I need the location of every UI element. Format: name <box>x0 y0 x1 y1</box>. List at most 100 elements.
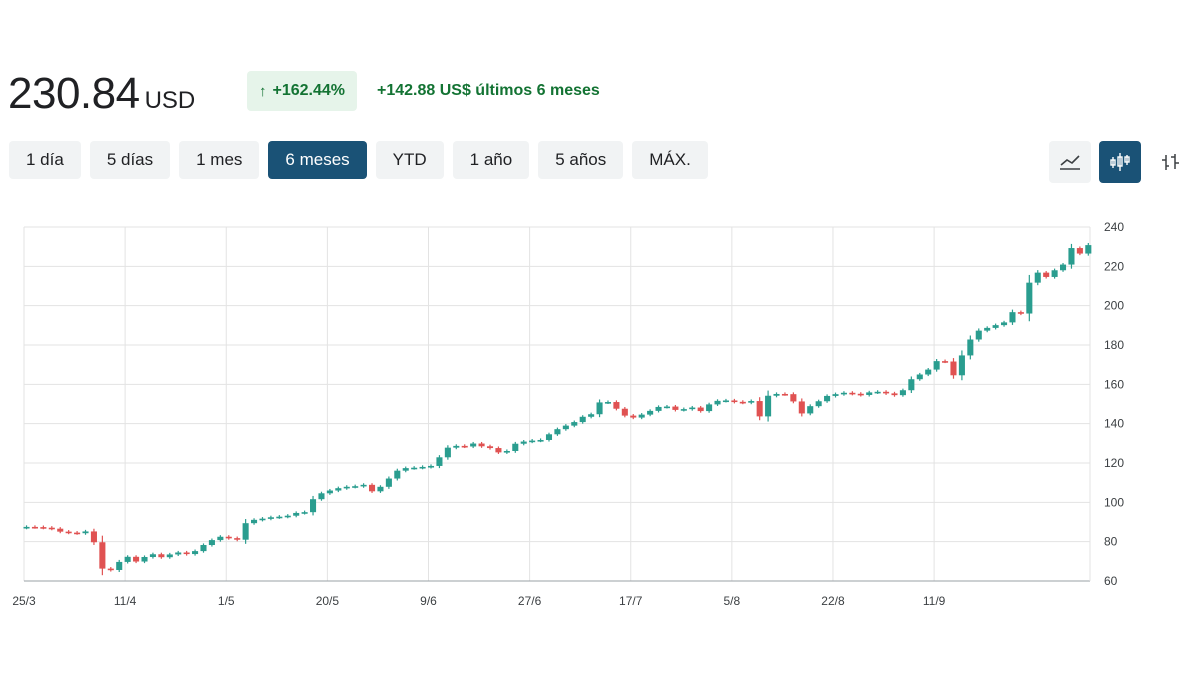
range-button-1-ano[interactable]: 1 año <box>452 141 530 179</box>
candle-body <box>1043 272 1050 277</box>
candle-body <box>748 401 755 403</box>
candle-body <box>141 557 148 562</box>
candle-body <box>891 393 898 396</box>
candlestick-chart-icon <box>1110 153 1130 171</box>
y-tick-label: 220 <box>1104 259 1124 273</box>
candle-body <box>461 445 468 448</box>
y-tick-label: 60 <box>1104 574 1118 588</box>
range-button-1-dia[interactable]: 1 día <box>9 141 81 179</box>
candle-body <box>234 538 241 540</box>
candle-body <box>840 392 847 395</box>
candle-body <box>883 391 890 394</box>
candle-body <box>402 468 409 471</box>
candle-body <box>925 369 932 375</box>
candle-body <box>697 407 704 412</box>
candle-body <box>596 402 603 415</box>
range-button-1-mes[interactable]: 1 mes <box>179 141 260 179</box>
candle-body <box>655 406 662 411</box>
y-tick-label: 180 <box>1104 338 1124 352</box>
candle-body <box>647 410 654 415</box>
candle-body <box>31 526 38 529</box>
candle-body <box>107 568 114 571</box>
candle-body <box>807 406 814 414</box>
candle-body <box>1051 270 1058 277</box>
candle-body <box>899 390 906 396</box>
y-tick-label: 100 <box>1104 495 1124 509</box>
candle-body <box>1026 282 1033 314</box>
candle-body <box>65 531 72 534</box>
candle-body <box>133 556 140 562</box>
line-chart-icon <box>1060 155 1080 170</box>
absolute-change-label: US$ últimos 6 meses <box>439 82 600 99</box>
range-button-max[interactable]: MÁX. <box>632 141 708 179</box>
candle-body <box>57 528 64 532</box>
candle-body <box>832 394 839 396</box>
candle-body <box>48 527 55 530</box>
candle-body <box>192 551 199 555</box>
candle-body <box>259 518 266 521</box>
candle-body <box>756 401 763 417</box>
range-button-5-dias[interactable]: 5 días <box>89 141 171 179</box>
range-selector: 1 día 5 días 1 mes 6 meses YTD 1 año 5 a… <box>9 141 708 179</box>
candle-body <box>175 552 182 555</box>
candle-body <box>630 415 637 418</box>
candle-body <box>251 519 258 524</box>
candle-body <box>444 447 451 458</box>
line-chart-button[interactable] <box>1049 141 1091 183</box>
candle-body <box>866 392 873 395</box>
candle-body <box>453 445 460 448</box>
candle-body <box>967 339 974 356</box>
candle-body <box>360 484 367 487</box>
y-tick-label: 80 <box>1104 535 1118 549</box>
candle-body <box>1017 312 1024 314</box>
candle-body <box>992 325 999 328</box>
candle-body <box>343 486 350 489</box>
candle-body <box>908 379 915 391</box>
candle-body <box>149 554 156 558</box>
candle-body <box>933 361 940 370</box>
range-button-5-anos[interactable]: 5 años <box>538 141 624 179</box>
candle-body <box>663 406 671 409</box>
candle-body <box>74 532 81 535</box>
candle-body <box>284 515 291 518</box>
candle-body <box>436 457 443 466</box>
candle-body <box>495 448 502 453</box>
candle-body <box>958 355 965 376</box>
candle-body <box>1060 264 1067 271</box>
candle-body <box>765 395 772 417</box>
candle-body <box>984 327 991 331</box>
candle-body <box>672 406 679 410</box>
candle-body <box>604 402 612 404</box>
candle-body <box>706 404 713 412</box>
x-tick-label: 5/8 <box>724 594 741 608</box>
candle-body <box>579 416 586 423</box>
candle-body <box>689 407 696 410</box>
candle-body <box>571 422 578 426</box>
y-tick-label: 120 <box>1104 456 1124 470</box>
candlestick-chart-button[interactable] <box>1099 141 1141 183</box>
price-chart[interactable]: 60 80 100 120 140 160 180 200 220 240 25/3 11/4 1/5 2… <box>0 200 1200 620</box>
range-button-ytd[interactable]: YTD <box>375 141 444 179</box>
candle-body <box>824 395 831 402</box>
candle-body <box>40 527 47 529</box>
candle-body <box>731 400 738 403</box>
candle-body <box>613 402 620 409</box>
candle-body <box>950 361 957 376</box>
candle-body <box>621 408 628 416</box>
candle-body <box>293 512 300 516</box>
absolute-change-value: +142.88 <box>377 82 436 99</box>
y-tick-label: 200 <box>1104 299 1124 313</box>
candle-body <box>82 531 89 534</box>
candle-body <box>208 540 215 546</box>
candle-body <box>1076 248 1083 254</box>
range-button-6-meses[interactable]: 6 meses <box>268 141 367 179</box>
y-tick-label: 140 <box>1104 417 1124 431</box>
ohlc-chart-button[interactable] <box>1149 141 1191 183</box>
candle-body <box>478 443 485 447</box>
candle-body <box>419 466 426 469</box>
candle-body <box>781 393 788 396</box>
candle-body <box>326 490 333 494</box>
candle-body <box>427 465 435 468</box>
candle-body <box>942 361 949 363</box>
candle-body <box>722 400 729 403</box>
